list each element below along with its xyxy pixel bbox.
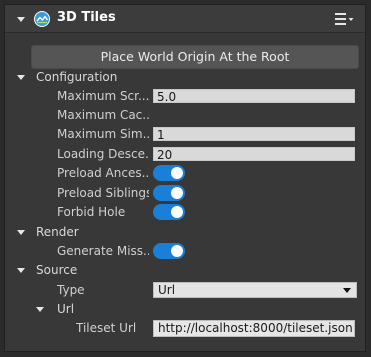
property-row: Maximum Scr... 5.0 <box>5 87 365 106</box>
property-row: Type Url <box>5 281 365 300</box>
property-row: Generate Miss... <box>5 242 365 261</box>
section-label: Url <box>57 302 75 316</box>
section-configuration[interactable]: Configuration <box>5 68 365 87</box>
generate-missing-normals-toggle[interactable] <box>153 243 185 259</box>
loading-descendant-limit-label: Loading Desce... <box>57 147 149 161</box>
preload-siblings-toggle[interactable] <box>153 185 185 201</box>
collapse-triangle-icon[interactable] <box>17 17 25 22</box>
toggle-knob <box>171 245 183 257</box>
property-row: Preload Ances... <box>5 164 365 183</box>
section-label: Configuration <box>36 70 118 84</box>
property-row: Maximum Cac... <box>5 106 365 125</box>
hamburger-menu-icon[interactable] <box>335 12 355 26</box>
maximum-screen-space-error-label: Maximum Scr... <box>57 89 149 103</box>
preload-siblings-label: Preload Siblings <box>57 186 149 200</box>
property-row: Loading Desce... 20 <box>5 145 365 164</box>
maximum-screen-space-error-field[interactable]: 5.0 <box>153 89 355 104</box>
forbid-holes-toggle[interactable] <box>153 204 185 220</box>
section-render[interactable]: Render <box>5 223 365 242</box>
forbid-holes-label: Forbid Hole <box>57 205 126 219</box>
panel-header[interactable]: 3D Tiles <box>5 5 365 33</box>
place-world-origin-button[interactable]: Place World Origin At the Root <box>31 45 359 69</box>
section-label: Render <box>36 225 79 239</box>
maximum-cached-bytes-label: Maximum Cac... <box>57 108 149 122</box>
property-row: Preload Siblings <box>5 184 365 203</box>
maximum-simultaneous-loads-field[interactable]: 1 <box>153 127 355 142</box>
source-type-value: Url <box>158 283 176 297</box>
property-row: Maximum Sim... 1 <box>5 125 365 144</box>
expand-triangle-icon[interactable] <box>17 75 25 80</box>
preload-ancestors-label: Preload Ances... <box>57 166 149 180</box>
section-label: Source <box>36 263 78 277</box>
tileset-url-field[interactable]: http://localhost:8000/tileset.json <box>153 320 355 337</box>
preload-ancestors-toggle[interactable] <box>153 165 185 181</box>
panel-title: 3D Tiles <box>57 10 116 25</box>
expand-triangle-icon[interactable] <box>17 230 25 235</box>
expand-triangle-icon[interactable] <box>36 307 44 312</box>
generate-missing-normals-label: Generate Miss... <box>57 244 149 258</box>
toggle-knob <box>171 167 183 179</box>
property-row: Forbid Hole <box>5 203 365 222</box>
subsection-url[interactable]: Url <box>5 300 365 319</box>
expand-triangle-icon[interactable] <box>17 268 25 273</box>
property-row: Tileset Url http://localhost:8000/tilese… <box>5 319 365 338</box>
chevron-down-icon <box>343 288 351 293</box>
section-source[interactable]: Source <box>5 261 365 280</box>
source-type-select[interactable]: Url <box>153 282 357 298</box>
maximum-simultaneous-loads-label: Maximum Sim... <box>57 127 149 141</box>
loading-descendant-limit-field[interactable]: 20 <box>153 147 355 162</box>
toggle-knob <box>171 206 183 218</box>
source-type-label: Type <box>57 283 85 297</box>
toggle-knob <box>171 187 183 199</box>
tiles-panel: 3D Tiles Place World Origin At the Root … <box>4 4 366 352</box>
cesium-logo-icon <box>34 11 50 27</box>
